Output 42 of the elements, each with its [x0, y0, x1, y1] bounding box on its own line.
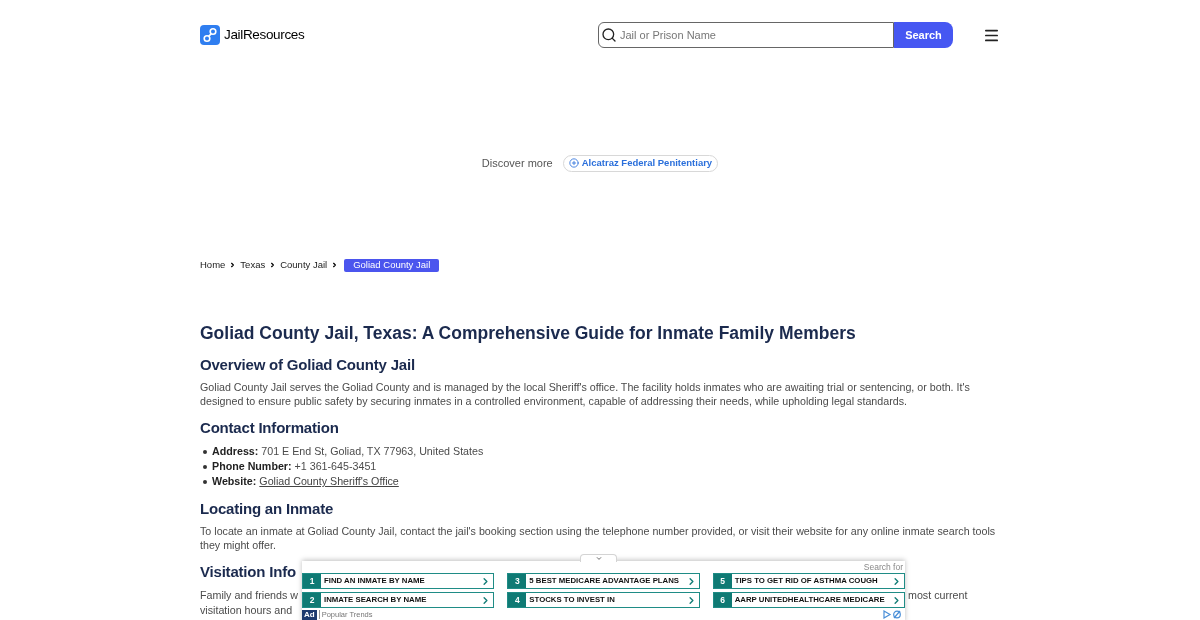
search-icon [601, 27, 617, 43]
body-paragraph: To locate an inmate at Goliad County Jail, contact the jail's booking section using the telephone number provided, or visit their website for any online inmate search tools they might offer. [200, 524, 997, 552]
search-for-label: Search for [863, 560, 903, 574]
section-heading: Visitation Info [200, 562, 296, 582]
bullet-icon [203, 464, 207, 469]
section-heading: Locating an Inmate [200, 499, 334, 519]
contact-detail: Address: 701 E End St, Goliad, TX 77963, United States [212, 444, 484, 460]
body-text: visitation hours and [200, 604, 293, 616]
result-number: 1 [303, 574, 321, 588]
body-paragraph: Goliad County Jail serves the Goliad County and is managed by the local Sheriff's office. The facility holds inmates who are awaiting trial or sentencing, or both. It's designed to ensure public safety by securing inmates in a controlled environment, capable of addressing their needs, while upholding legal standards. [200, 380, 971, 408]
discover-label: Discover more [481, 155, 553, 171]
chevron-right-icon [269, 261, 277, 269]
chevron-right-icon [891, 594, 902, 606]
search-button[interactable]: Search [894, 22, 953, 48]
ad-choices-icon [883, 610, 903, 619]
result-number: 5 [713, 574, 732, 588]
website-link[interactable]: Goliad County Sheriff's Office [259, 473, 399, 490]
page-title: Goliad County Jail, Texas: A Comprehensive Guide for Inmate Family Members [200, 322, 856, 345]
result-number: 4 [508, 593, 527, 607]
result-number: 2 [303, 593, 321, 607]
bullet-icon [203, 479, 207, 484]
plus-circle-icon [568, 158, 579, 168]
section-heading: Contact Information [200, 418, 339, 438]
breadcrumb-link[interactable]: Texas [240, 257, 266, 273]
logo-text: JailResources [224, 25, 305, 44]
chevron-right-icon [331, 261, 339, 269]
body-text: most current [908, 588, 968, 603]
breadcrumb-link[interactable]: Home [200, 257, 226, 273]
ad-label: Ad [302, 609, 317, 620]
body-text: Family and friends w [200, 589, 298, 601]
current-page-label: Goliad County Jail [344, 258, 440, 272]
contact-label: Website: [212, 474, 257, 490]
result-number: 3 [508, 574, 527, 588]
search-field[interactable]: Jail or Prison Name [598, 22, 894, 48]
chevron-right-icon [891, 575, 902, 587]
bullet-icon [203, 449, 207, 454]
result-number: 6 [713, 593, 732, 607]
contact-detail: Phone Number: +1 361-645-3451 [212, 459, 377, 475]
breadcrumb-link[interactable]: County Jail [280, 257, 328, 273]
logo-icon [200, 25, 220, 45]
chevron-right-icon [229, 261, 237, 269]
section-heading: Overview of Goliad County Jail [200, 355, 415, 375]
